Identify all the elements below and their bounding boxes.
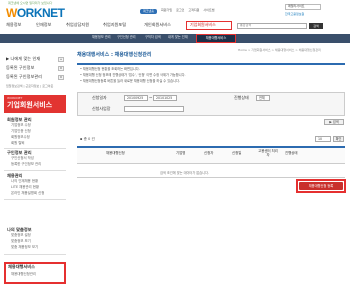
- search-input[interactable]: 통합검색: [237, 23, 307, 29]
- sidebar-header-title: 기업회원서비스: [7, 101, 53, 109]
- sidebar-item[interactable]: 등록한 구인정보 관리: [11, 162, 41, 167]
- sidebar-item[interactable]: 기업정보 수정: [11, 123, 31, 128]
- top-link-home[interactable]: 워크넷홈: [140, 9, 158, 15]
- util-count-button[interactable]: 0: [58, 66, 64, 71]
- status-label: 진행상태: [234, 95, 249, 100]
- register-agency-button[interactable]: 채용대행신청 등록: [299, 182, 343, 190]
- nav-corporate-active[interactable]: 기업회원서비스: [186, 21, 232, 30]
- nav-jobs[interactable]: 채용정보: [6, 22, 21, 28]
- sidebar-cat-agency[interactable]: 채용대행서비스: [8, 264, 35, 270]
- total-count: ▪ 총 0 건: [80, 137, 95, 141]
- date-separator: ~: [149, 95, 153, 100]
- util-label: 등록된 구인정보관리: [6, 74, 43, 79]
- family-site-select[interactable]: 패밀리사이트: [285, 4, 321, 10]
- sidebar-cat-hiring[interactable]: 채용관리: [7, 173, 22, 179]
- company-label: 신청사업장: [92, 106, 111, 111]
- col-header: 신청자: [204, 151, 214, 155]
- top-link-join[interactable]: 회원가입: [161, 8, 172, 14]
- nav-personal[interactable]: 개인회원서비스: [144, 22, 171, 28]
- date-from-input[interactable]: 20100925: [124, 95, 148, 101]
- search-form: [77, 92, 345, 116]
- nav-talent[interactable]: 인재정보: [36, 22, 51, 28]
- sidebar-divider: [4, 254, 66, 255]
- sidebar-item[interactable]: 나의 인재채용 현황: [11, 179, 38, 184]
- col-header: 신청일: [232, 151, 242, 155]
- sidebar-header-small: WORKNET: [7, 96, 23, 100]
- col-header: 진행상태: [285, 151, 298, 155]
- status-select[interactable]: 전체: [256, 95, 270, 101]
- page-title: 채용대행서비스 : 채용대행신청관리: [77, 52, 152, 58]
- sidebar-item[interactable]: 기업인증 신청: [11, 129, 31, 134]
- sidebar-divider: [4, 148, 66, 149]
- tagline: 워크넷에 오시면 일자리가 보입니다: [8, 1, 53, 5]
- subnav-matched-talent[interactable]: 내게 맞는 인재: [168, 35, 188, 40]
- subnav-seeker-search[interactable]: 구직자 검색: [145, 35, 161, 40]
- sidebar-item[interactable]: 구인신청서 작성: [11, 156, 34, 161]
- form-search-button[interactable]: ▶ 검색: [324, 119, 344, 125]
- corp-label: 한국고용정보원: [285, 12, 305, 16]
- sidebar-cat-member[interactable]: 회원정보 관리: [7, 117, 32, 123]
- date-to-input[interactable]: 20101025: [153, 95, 177, 101]
- top-link-support[interactable]: 고객지원: [188, 8, 199, 14]
- sidebar-cat-custom[interactable]: 나의 맞춤정보: [7, 227, 32, 233]
- breadcrumb: Home > 기업회원서비스 > 채용대행서비스 > 채용대행신청관리: [238, 48, 321, 52]
- nav-portal[interactable]: 취업지원포털: [103, 22, 126, 28]
- col-header: 고용센터 처리자: [258, 149, 278, 158]
- search-button[interactable]: 검색: [309, 23, 323, 29]
- nav-counsel[interactable]: 취업상담지원: [66, 22, 89, 28]
- subnav-job-manage[interactable]: 채용정보 관리: [92, 35, 111, 40]
- top-links: 워크넷홈 회원가입 로그인 고객지원 사이트맵: [140, 8, 214, 15]
- util-label: ▶ 나에게 맞는 인재: [6, 56, 41, 61]
- per-page-confirm-button[interactable]: 확인: [333, 136, 344, 142]
- sidebar-util-matched[interactable]: ▶ 나에게 맞는 인재: [6, 56, 41, 62]
- subnav-agency-active[interactable]: 채용대행서비스: [196, 34, 236, 43]
- sidebar-item[interactable]: LITE 채용관리 현황: [11, 185, 39, 190]
- subnav-apply-manage[interactable]: 구인신청 관리: [117, 35, 136, 40]
- info-bullet: • 채용대행 신청 정보에 진행상태가 '접수', '신청' 이면 수정 삭제가…: [80, 73, 186, 77]
- top-link-login[interactable]: 로그인: [176, 8, 184, 14]
- col-header: 기업명: [176, 151, 186, 155]
- sidebar-item[interactable]: 맞춤 채용정보 보기: [11, 245, 38, 250]
- sidebar-quick-links[interactable]: 입찰정보검색 | 근로자정보 | 로그아웃: [6, 84, 53, 88]
- logo-prefix: W: [6, 6, 17, 20]
- util-plus-button[interactable]: +: [58, 57, 64, 62]
- col-header: 채용대행신청: [106, 151, 125, 155]
- info-bullet: • 채용대행신청 현황을 조회하는 화면입니다.: [80, 67, 140, 71]
- util-label: 등록된 구인정보: [6, 65, 35, 70]
- worknet-logo[interactable]: WORKNET: [6, 6, 65, 20]
- sidebar-divider: [4, 170, 66, 171]
- per-page-select[interactable]: 10: [315, 136, 331, 142]
- date-label: 신청일자: [92, 95, 107, 100]
- company-input[interactable]: [124, 106, 184, 112]
- sidebar-divider: [4, 199, 66, 200]
- sidebar-item-agency-manage[interactable]: 채용대행신청관리: [11, 272, 36, 277]
- sidebar-util-manage[interactable]: 등록된 구인정보관리: [6, 74, 43, 80]
- sidebar-item[interactable]: 회원 탈퇴: [11, 141, 25, 146]
- util-count-button[interactable]: 0: [58, 75, 64, 80]
- title-underline: [77, 63, 345, 65]
- sidebar-cat-jobs[interactable]: 구인정보 관리: [7, 150, 32, 156]
- sidebar-util-registered[interactable]: 등록된 구인정보: [6, 65, 35, 71]
- logo-rest: ORKNET: [16, 6, 65, 20]
- empty-message: 검색 조건에 맞는 데이터가 없습니다.: [160, 171, 210, 175]
- sidebar-item[interactable]: 맞춤정보 설정: [11, 233, 31, 238]
- top-link-sitemap[interactable]: 사이트맵: [203, 8, 214, 14]
- sidebar-item[interactable]: 회원정보수정: [11, 135, 30, 140]
- sidebar-item[interactable]: 온라인 채용설명회 신청: [11, 191, 44, 196]
- table-bottom-line: [77, 177, 345, 178]
- info-bullet: • 채용대행신청등록 버튼을 눌러 새로운 채용대행 신청을 하실 수 있습니다…: [80, 79, 180, 83]
- sidebar-item[interactable]: 맞춤정보 보기: [11, 239, 31, 244]
